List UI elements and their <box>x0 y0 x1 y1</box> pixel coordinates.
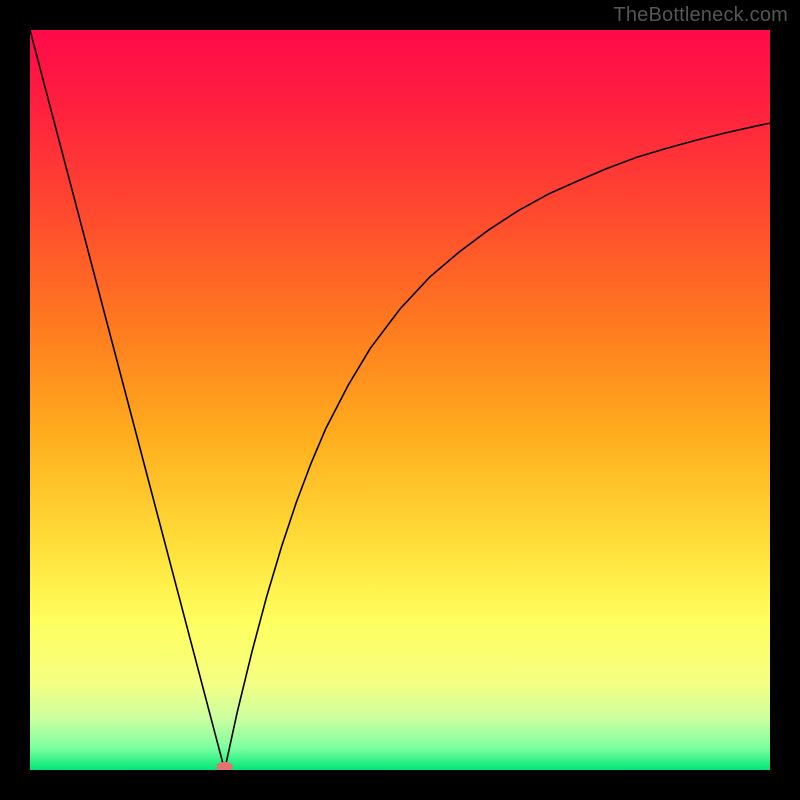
chart-svg <box>30 30 770 770</box>
plot-area <box>30 30 770 770</box>
chart-container: { "watermark": "TheBottleneck.com", "plo… <box>0 0 800 800</box>
gradient-background <box>30 30 770 770</box>
watermark-text: TheBottleneck.com <box>613 4 788 27</box>
